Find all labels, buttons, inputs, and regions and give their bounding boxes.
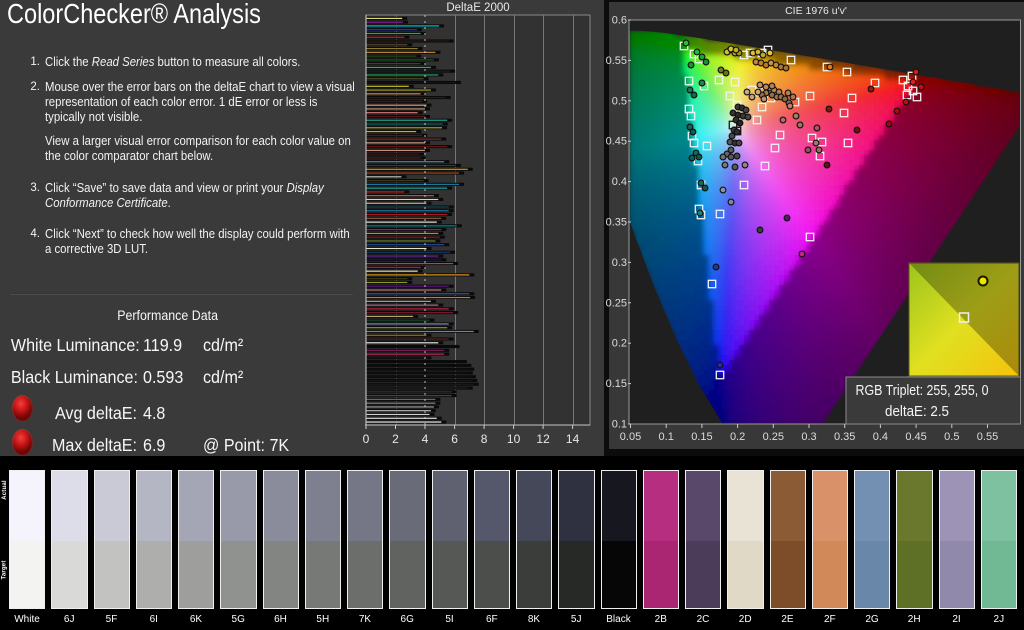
svg-text:0.55: 0.55	[606, 55, 627, 67]
svg-text:0.5: 0.5	[944, 431, 959, 443]
svg-text:4: 4	[422, 432, 429, 446]
svg-text:0.25: 0.25	[606, 297, 627, 309]
svg-text:0.4: 0.4	[612, 176, 627, 188]
svg-text:0.55: 0.55	[977, 431, 998, 443]
svg-text:6: 6	[451, 432, 458, 446]
svg-text:0.15: 0.15	[606, 378, 627, 390]
svg-text:10: 10	[507, 432, 521, 446]
svg-text:DeltaE 2000: DeltaE 2000	[446, 2, 509, 14]
svg-text:0.35: 0.35	[834, 431, 855, 443]
svg-text:0.2: 0.2	[612, 338, 627, 350]
svg-text:0.4: 0.4	[873, 431, 888, 443]
svg-text:0.1: 0.1	[659, 431, 674, 443]
svg-text:deltaE: 2.5: deltaE: 2.5	[885, 404, 949, 420]
svg-text:2: 2	[392, 432, 399, 446]
svg-text:RGB Triplet: 255, 255, 0: RGB Triplet: 255, 255, 0	[856, 383, 989, 399]
svg-text:0.1: 0.1	[612, 419, 627, 431]
svg-text:0.3: 0.3	[801, 431, 816, 443]
svg-text:0.15: 0.15	[691, 431, 712, 443]
svg-text:14: 14	[566, 432, 580, 446]
svg-text:0.5: 0.5	[612, 95, 627, 107]
svg-text:0.3: 0.3	[612, 257, 627, 269]
svg-text:0.6: 0.6	[612, 15, 627, 27]
svg-text:0.2: 0.2	[730, 431, 745, 443]
svg-text:0.25: 0.25	[763, 431, 784, 443]
svg-text:0.45: 0.45	[905, 431, 926, 443]
svg-text:0: 0	[363, 432, 370, 446]
svg-text:0.35: 0.35	[606, 217, 627, 229]
svg-text:CIE 1976 u'v': CIE 1976 u'v'	[785, 5, 847, 17]
svg-text:0.05: 0.05	[620, 431, 641, 443]
svg-text:8: 8	[481, 432, 488, 446]
svg-text:0.45: 0.45	[606, 136, 627, 148]
svg-text:12: 12	[536, 432, 550, 446]
